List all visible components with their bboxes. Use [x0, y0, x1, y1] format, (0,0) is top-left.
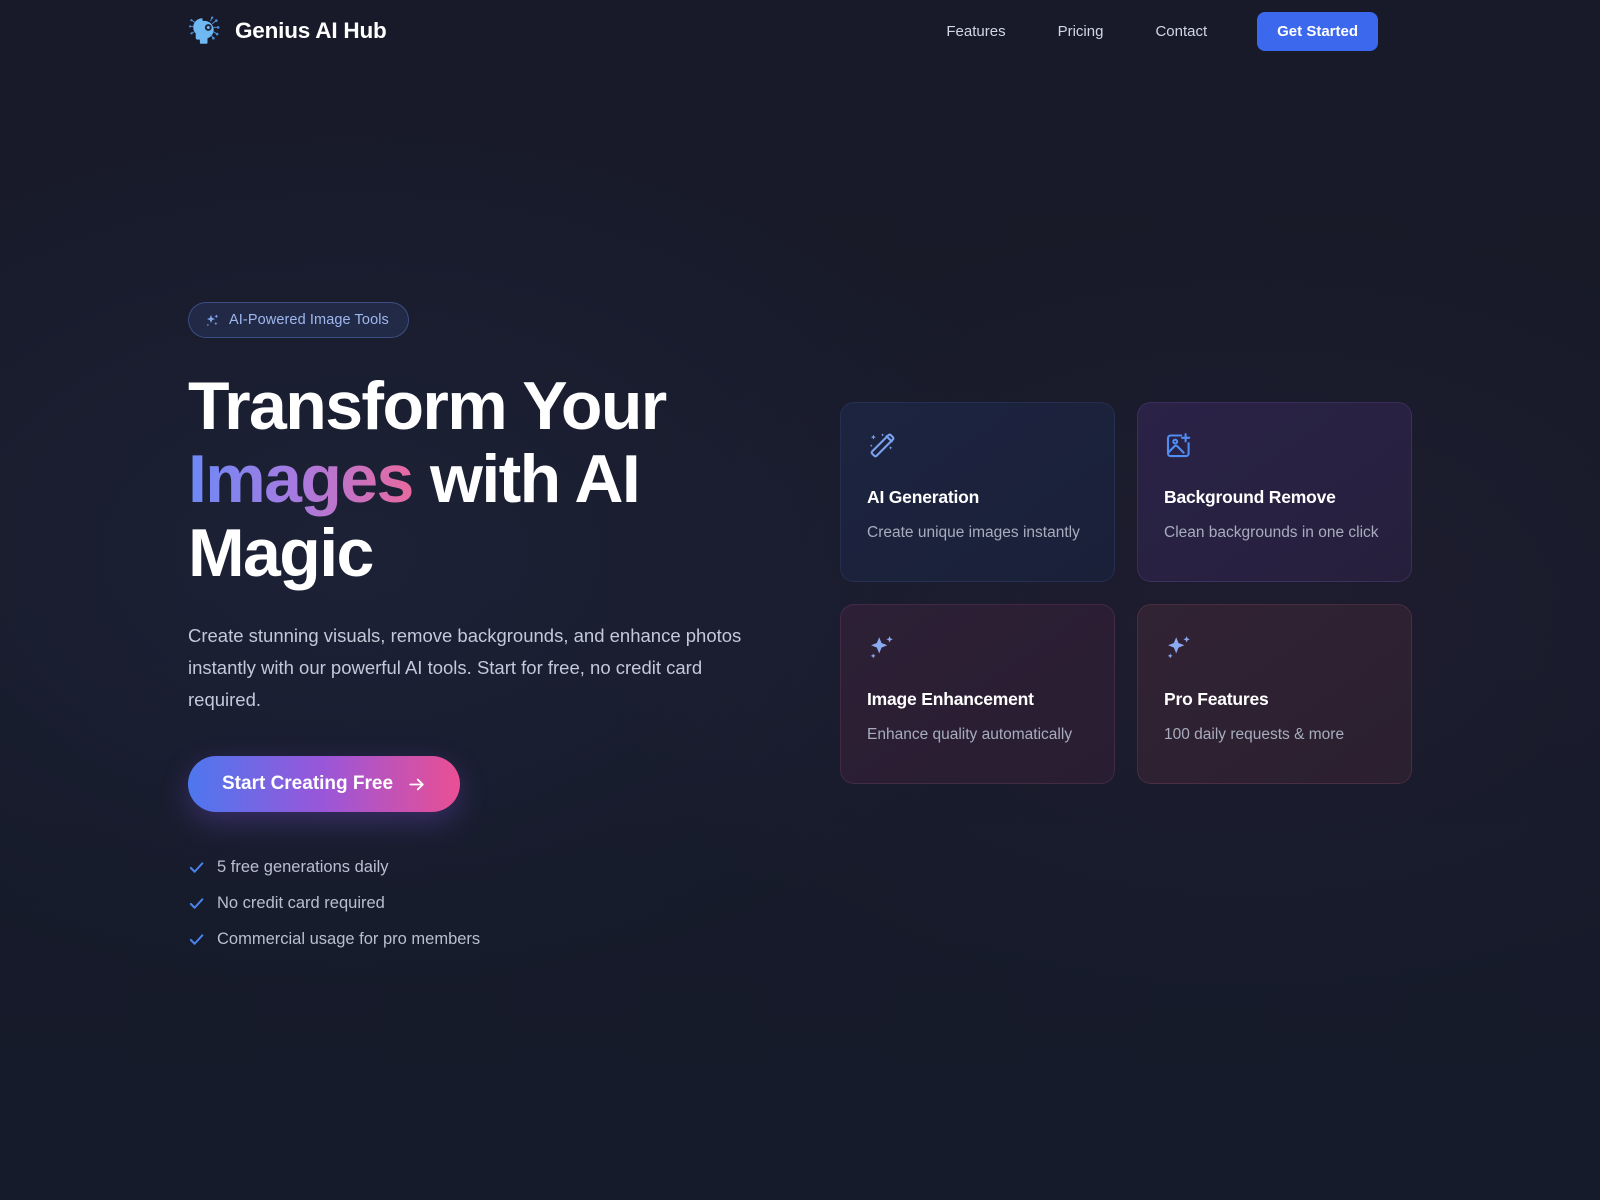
check-icon	[189, 862, 204, 874]
image-plus-icon	[1166, 433, 1191, 458]
card-title: Background Remove	[1164, 487, 1336, 507]
check-label: No credit card required	[217, 894, 385, 913]
sparkles-icon	[206, 313, 219, 326]
nav-link-features[interactable]: Features	[920, 15, 1031, 48]
check-label: Commercial usage for pro members	[217, 930, 481, 949]
page-title: Transform Your Images with AI Magic	[188, 368, 708, 591]
feature-card-pro-features[interactable]: Pro Features 100 daily requests & more	[1137, 604, 1412, 784]
check-icon	[189, 898, 204, 910]
ai-powered-badge: AI-Powered Image Tools	[188, 302, 409, 338]
hero-right-column: AI Generation Create unique images insta…	[788, 302, 1412, 784]
feature-card-ai-generation[interactable]: AI Generation Create unique images insta…	[840, 402, 1115, 582]
brand-logo-group[interactable]: Genius AI Hub	[188, 14, 387, 48]
list-item: Commercial usage for pro members	[188, 930, 788, 949]
headline-highlight: Images	[188, 441, 414, 518]
card-title: Image Enhancement	[867, 689, 1034, 709]
card-description: 100 daily requests & more	[1164, 726, 1345, 743]
card-description: Clean backgrounds in one click	[1164, 524, 1379, 541]
headline-line-3: Magic	[188, 514, 374, 591]
brand-name: Genius AI Hub	[235, 18, 387, 43]
cta-label: Start Creating Free	[222, 773, 394, 795]
magic-wand-icon	[869, 433, 895, 458]
hero-section: AI-Powered Image Tools Transform Your Im…	[0, 302, 1600, 966]
hero-left-column: AI-Powered Image Tools Transform Your Im…	[188, 302, 788, 966]
card-description: Create unique images instantly	[867, 524, 1080, 541]
badge-label: AI-Powered Image Tools	[229, 312, 389, 328]
nav-link-pricing[interactable]: Pricing	[1032, 15, 1130, 48]
start-creating-free-button[interactable]: Start Creating Free	[188, 756, 461, 813]
benefits-checklist: 5 free generations daily No credit card …	[188, 858, 788, 949]
site-header: Genius AI Hub Features Pricing Contact G…	[0, 0, 1600, 62]
nav-link-contact[interactable]: Contact	[1129, 15, 1233, 48]
feature-cards-grid: AI Generation Create unique images insta…	[840, 402, 1412, 784]
check-icon	[189, 934, 204, 946]
hero-subcopy: Create stunning visuals, remove backgrou…	[188, 625, 742, 711]
get-started-button[interactable]: Get Started	[1257, 11, 1378, 51]
card-title: AI Generation	[867, 487, 980, 507]
feature-card-background-remove[interactable]: Background Remove Clean backgrounds in o…	[1137, 402, 1412, 582]
arrow-right-icon	[409, 778, 424, 791]
sparkles-icon	[1167, 636, 1190, 659]
list-item: No credit card required	[188, 894, 788, 913]
main-nav: Features Pricing Contact Get Started	[920, 11, 1378, 51]
check-label: 5 free generations daily	[217, 858, 389, 877]
headline-line-1: Transform Your	[188, 368, 667, 444]
card-description: Enhance quality automatically	[867, 726, 1073, 743]
feature-card-image-enhancement[interactable]: Image Enhancement Enhance quality automa…	[840, 604, 1115, 784]
sparkles-icon	[870, 636, 893, 659]
headline-line-2-rest: with AI	[412, 441, 641, 518]
list-item: 5 free generations daily	[188, 858, 788, 877]
ai-brain-head-icon	[189, 16, 220, 44]
card-title: Pro Features	[1164, 689, 1269, 709]
